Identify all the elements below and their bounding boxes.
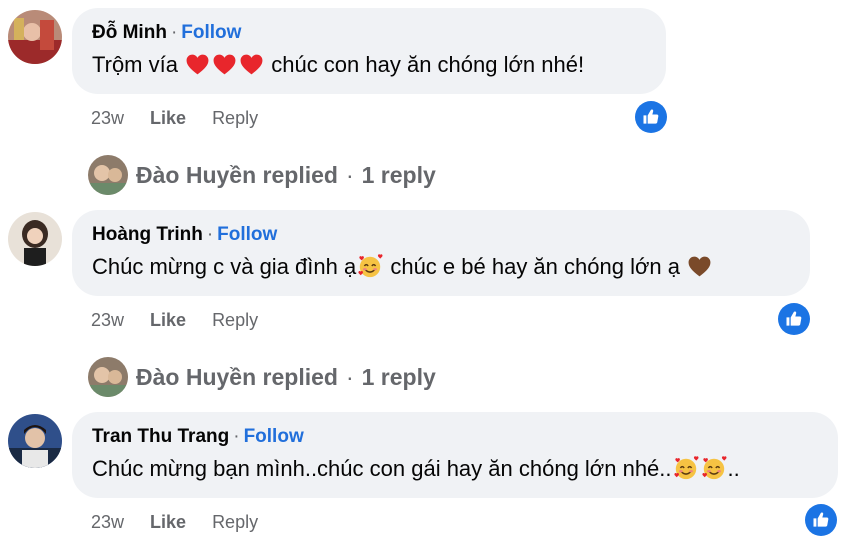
follow-link[interactable]: Follow <box>244 426 304 447</box>
smiling-face-with-hearts-icon <box>357 253 383 279</box>
comment-text: Chúc mừng c và gia đình ạ chúc e bé hay … <box>92 250 790 284</box>
replier-name: Đào Huyền replied <box>136 161 338 188</box>
separator-dot: · <box>206 224 214 245</box>
smiling-face-with-hearts-icon <box>673 455 699 481</box>
red-heart-icon <box>212 52 237 77</box>
author-name[interactable]: Hoàng Trinh <box>92 224 203 245</box>
comment-bubble: Tran Thu Trang · Follow Chúc mừng bạn mình… <box>72 412 838 498</box>
reply-count: 1 reply <box>361 363 436 390</box>
avatar[interactable] <box>8 414 62 468</box>
comment-text-part: chúc con hay ăn chóng lớn nhé! <box>265 52 585 77</box>
replier-avatar <box>88 357 128 397</box>
like-button[interactable]: Like <box>150 310 186 330</box>
avatar[interactable] <box>8 212 62 266</box>
brown-heart-icon <box>687 254 712 279</box>
thumbs-up-icon[interactable] <box>778 303 810 335</box>
comment-text-part: .. <box>727 456 740 481</box>
timestamp[interactable]: 23w <box>91 108 124 128</box>
reply-button[interactable]: Reply <box>212 108 258 128</box>
separator-dot: · <box>345 161 354 188</box>
red-heart-icon <box>239 52 264 77</box>
thumbs-up-icon[interactable] <box>635 101 667 133</box>
like-button[interactable]: Like <box>150 108 186 128</box>
author-name[interactable]: Đỗ Minh <box>92 22 167 43</box>
separator-dot: · <box>170 22 178 43</box>
smiling-face-with-hearts-icon <box>701 455 727 481</box>
view-replies-link[interactable]: Đào Huyền replied · 1 reply <box>88 357 436 397</box>
comment-text: Trộm vía chúc con hay ăn chóng lớn nhé! <box>92 48 646 82</box>
comment-text-part: Chúc mừng bạn mình..chúc con gái hay ăn … <box>92 456 672 481</box>
comment-text-part: Trộm vía <box>92 52 178 77</box>
separator-dot: · <box>345 363 354 390</box>
like-button[interactable]: Like <box>150 512 186 532</box>
comment-actions: 23w Like Reply <box>91 310 284 331</box>
thumbs-up-icon[interactable] <box>805 504 837 536</box>
reply-count: 1 reply <box>361 161 436 188</box>
replier-name: Đào Huyền replied <box>136 363 338 390</box>
follow-link[interactable]: Follow <box>217 224 277 245</box>
comment-actions: 23w Like Reply <box>91 512 284 533</box>
comment-bubble: Đỗ Minh · Follow Trộm vía chúc con hay ăn … <box>72 8 666 94</box>
timestamp[interactable]: 23w <box>91 512 124 532</box>
reply-button[interactable]: Reply <box>212 310 258 330</box>
follow-link[interactable]: Follow <box>181 22 241 43</box>
comment-text-part: Chúc mừng c và gia đình ạ <box>92 254 357 279</box>
replier-avatar <box>88 155 128 195</box>
comment-actions: 23w Like Reply <box>91 108 284 129</box>
comment-text-part: chúc e bé hay ăn chóng lớn ạ <box>384 254 687 279</box>
author-name[interactable]: Tran Thu Trang <box>92 426 229 447</box>
reply-button[interactable]: Reply <box>212 512 258 532</box>
comment-bubble: Hoàng Trinh · Follow Chúc mừng c và gia đì… <box>72 210 810 296</box>
avatar[interactable] <box>8 10 62 64</box>
separator-dot: · <box>233 426 240 447</box>
timestamp[interactable]: 23w <box>91 310 124 330</box>
comment-text: Chúc mừng bạn mình..chúc con gái hay ăn … <box>92 452 818 486</box>
view-replies-link[interactable]: Đào Huyền replied · 1 reply <box>88 155 436 195</box>
red-heart-icon <box>185 52 210 77</box>
